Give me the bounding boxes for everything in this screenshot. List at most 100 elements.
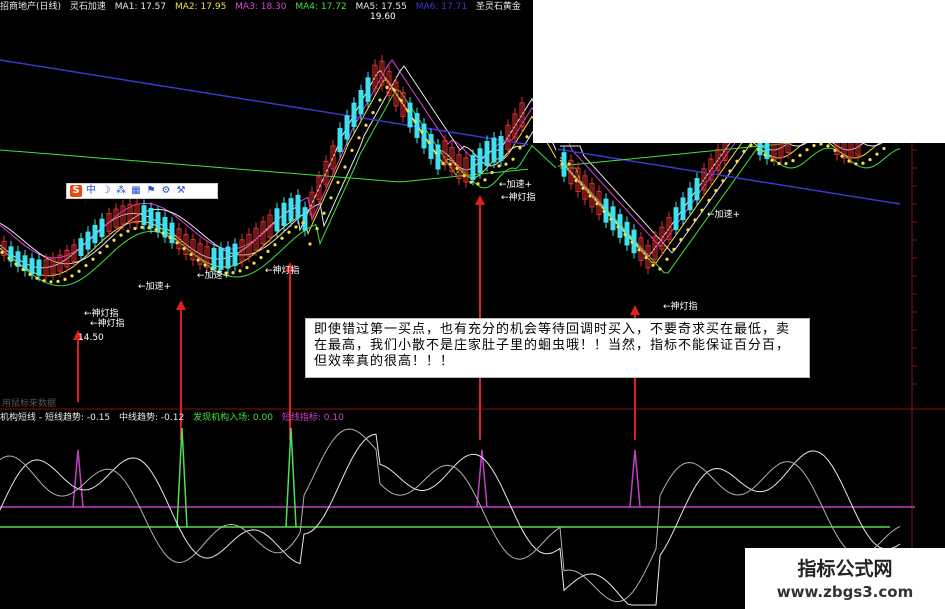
candle-body — [358, 89, 364, 115]
trend-dot — [616, 225, 620, 229]
watermark-title: 指标公式网 — [797, 558, 893, 580]
floating-toolbar[interactable]: S 中 ☽ ⁂ ▦ ⚑ ⚙ ⚒ — [66, 183, 218, 199]
trend-dot — [231, 271, 235, 275]
candle-body — [673, 207, 679, 230]
trend-dot — [147, 226, 151, 230]
trend-dot — [364, 123, 368, 127]
settings-icon[interactable]: ⚙ — [160, 185, 172, 197]
candle-body — [225, 246, 231, 269]
trend-dot — [0, 250, 4, 254]
signal-spike — [285, 427, 297, 528]
signal-spike — [629, 449, 641, 508]
trend-dot — [399, 98, 403, 103]
candle-body — [414, 113, 420, 138]
trend-dot — [483, 178, 487, 182]
candle-body — [274, 208, 280, 232]
trend-dot — [623, 232, 627, 237]
trend-dot — [126, 229, 130, 233]
right-title: 圣灵石黄金 — [475, 2, 521, 12]
punctuation-icon[interactable]: ⁂ — [115, 185, 127, 197]
candle-body — [498, 135, 504, 161]
signal-label: ←加速+ — [707, 210, 741, 220]
candle-body — [470, 155, 476, 181]
institution-entry-label: 发现机构入场: 0.00 — [193, 413, 274, 423]
chart-stage: 招商地产(日线) 灵石加速 MA1: 17.57 MA2: 17.95 MA3:… — [0, 0, 945, 609]
trend-dot — [777, 161, 781, 166]
trend-dot — [189, 252, 193, 257]
trend-dot — [133, 226, 137, 231]
candle-body — [337, 127, 343, 153]
signal-spike — [476, 449, 488, 508]
candle-body — [421, 123, 427, 149]
candle-body — [477, 148, 483, 174]
trend-dot — [714, 189, 718, 193]
moon-icon[interactable]: ☽ — [100, 185, 112, 197]
candle-body — [92, 224, 98, 244]
trend-dot — [497, 164, 501, 168]
trend-dot — [441, 161, 445, 166]
trend-dot — [357, 136, 361, 140]
trend-dot — [378, 98, 382, 102]
trend-dot — [140, 225, 144, 230]
signal-label: ←神灯指 — [663, 302, 698, 312]
candle-body — [78, 238, 84, 257]
trend-dot — [812, 143, 816, 148]
chinese-input-icon[interactable]: 中 — [85, 185, 97, 197]
trend-dot — [490, 170, 494, 175]
trend-dot — [329, 196, 333, 200]
trend-dot — [798, 153, 802, 157]
trend-dot — [112, 238, 116, 242]
trend-dot — [770, 158, 774, 162]
trend-dot — [728, 169, 732, 173]
keyboard-icon[interactable]: ▦ — [130, 185, 142, 197]
trend-dot — [84, 263, 88, 268]
trend-dot — [448, 162, 452, 166]
candle-body — [29, 258, 35, 275]
trend-dot — [672, 247, 676, 251]
sub-indicator-header: 用鼠标来数据 机构短线 - 短线趋势: -0.15 中线趋势: -0.12 发现… — [0, 399, 350, 425]
trend-dot — [196, 258, 200, 262]
tools-icon[interactable]: ⚒ — [175, 185, 187, 197]
blank-region — [533, 0, 945, 143]
signal-arrow-head — [630, 305, 640, 315]
signal-label: ←神灯指 — [265, 266, 300, 276]
trend-dot — [427, 140, 431, 145]
trend-dot — [413, 119, 417, 124]
trend-dot — [469, 180, 473, 184]
trend-dot — [28, 272, 32, 276]
candle-body — [148, 207, 154, 229]
trend-dot — [308, 242, 312, 246]
trend-dot — [322, 211, 326, 215]
candle-body — [232, 243, 238, 266]
trend-dot — [462, 174, 466, 178]
trend-dot — [735, 159, 739, 163]
short-trend-label: 机构短线 - 短线趋势: -0.15 — [0, 413, 111, 423]
skin-icon[interactable]: ⚑ — [145, 185, 157, 197]
sogou-icon[interactable]: S — [70, 185, 82, 197]
candle-body — [141, 205, 147, 226]
trend-dot — [105, 244, 109, 248]
trend-dot — [161, 231, 165, 235]
trend-dot — [476, 182, 480, 186]
candle-body — [435, 144, 441, 170]
signal-label: ←加速+ — [138, 282, 172, 292]
trend-dot — [280, 236, 284, 240]
trend-dot — [574, 179, 578, 183]
trend-dot — [595, 202, 599, 206]
trend-dot — [455, 166, 459, 170]
candle-body — [694, 178, 700, 201]
trend-dot — [511, 157, 515, 161]
trend-dot — [805, 148, 809, 152]
trend-dot — [630, 240, 634, 244]
trend-dot — [294, 225, 298, 229]
trend-dot — [371, 111, 375, 115]
candle-body — [344, 115, 350, 140]
trend-dot — [350, 148, 354, 152]
trend-dot — [833, 148, 837, 153]
trend-dot — [707, 198, 711, 202]
candle-body — [36, 259, 42, 276]
trend-dot — [7, 256, 11, 260]
signal-label: ←神灯指 — [90, 319, 125, 329]
stock-name: 招商地产(日线) — [0, 2, 62, 12]
trend-dot — [588, 194, 592, 198]
